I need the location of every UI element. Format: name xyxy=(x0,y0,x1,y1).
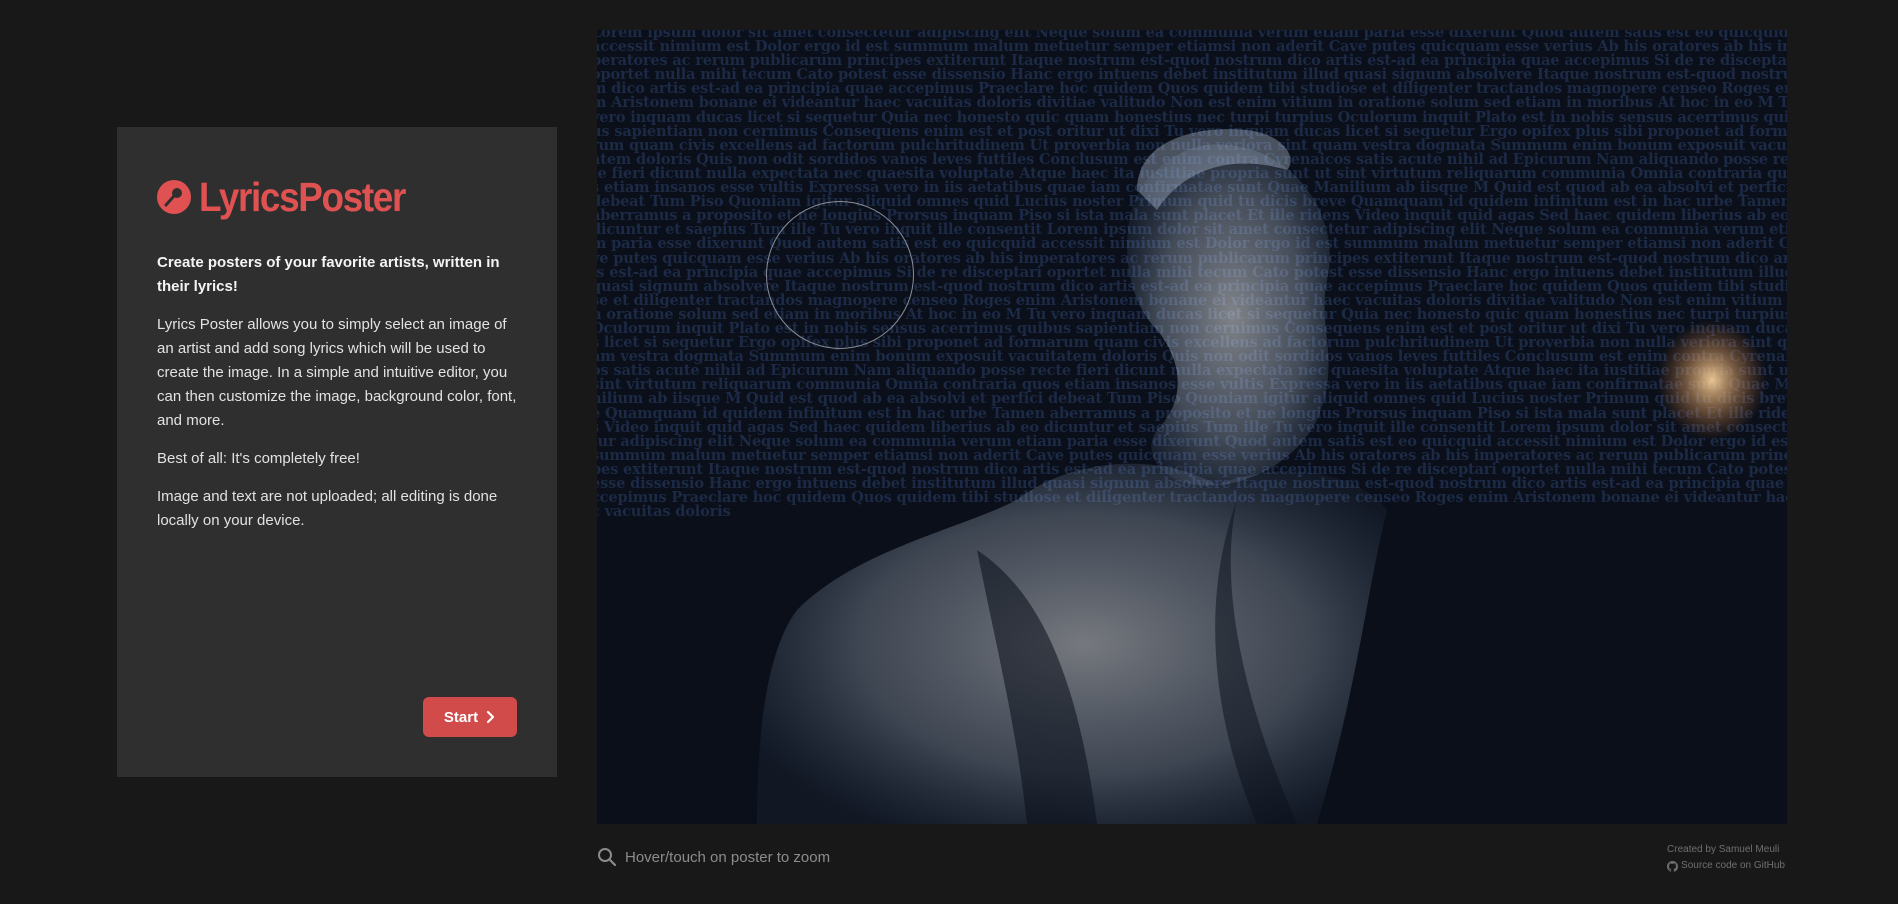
chevron-right-icon xyxy=(486,710,495,724)
privacy-note: Image and text are not uploaded; all edi… xyxy=(157,488,498,529)
start-button[interactable]: Start xyxy=(423,697,517,737)
tagline: Create posters of your favorite artists,… xyxy=(157,254,500,295)
source-link[interactable]: Source code on GitHub xyxy=(1667,858,1785,874)
zoom-lens[interactable] xyxy=(766,201,914,349)
artist-portrait xyxy=(757,129,1767,824)
zoom-hint-label: Hover/touch on poster to zoom xyxy=(625,848,831,866)
app-logo: LyricsPoster xyxy=(157,167,517,227)
github-icon xyxy=(1667,860,1679,872)
free-note: Best of all: It's completely free! xyxy=(157,450,360,467)
intro-card: LyricsPoster Create posters of your favo… xyxy=(117,127,557,777)
credits: Created by Samuel Meuli Source code on G… xyxy=(1667,842,1785,874)
source-link-label: Source code on GitHub xyxy=(1681,860,1785,871)
author-credit[interactable]: Created by Samuel Meuli xyxy=(1667,842,1785,858)
microphone-icon xyxy=(157,180,191,214)
description-paragraph: Lyrics Poster allows you to simply selec… xyxy=(157,316,517,429)
search-icon xyxy=(598,848,617,867)
page: LyricsPoster Create posters of your favo… xyxy=(0,0,1898,904)
zoom-hint: Hover/touch on poster to zoom xyxy=(597,847,830,867)
start-button-label: Start xyxy=(443,708,479,726)
poster-preview[interactable]: Lorem ipsum dolor sit amet consectetur a… xyxy=(597,30,1787,824)
app-title: LyricsPoster xyxy=(199,173,406,220)
